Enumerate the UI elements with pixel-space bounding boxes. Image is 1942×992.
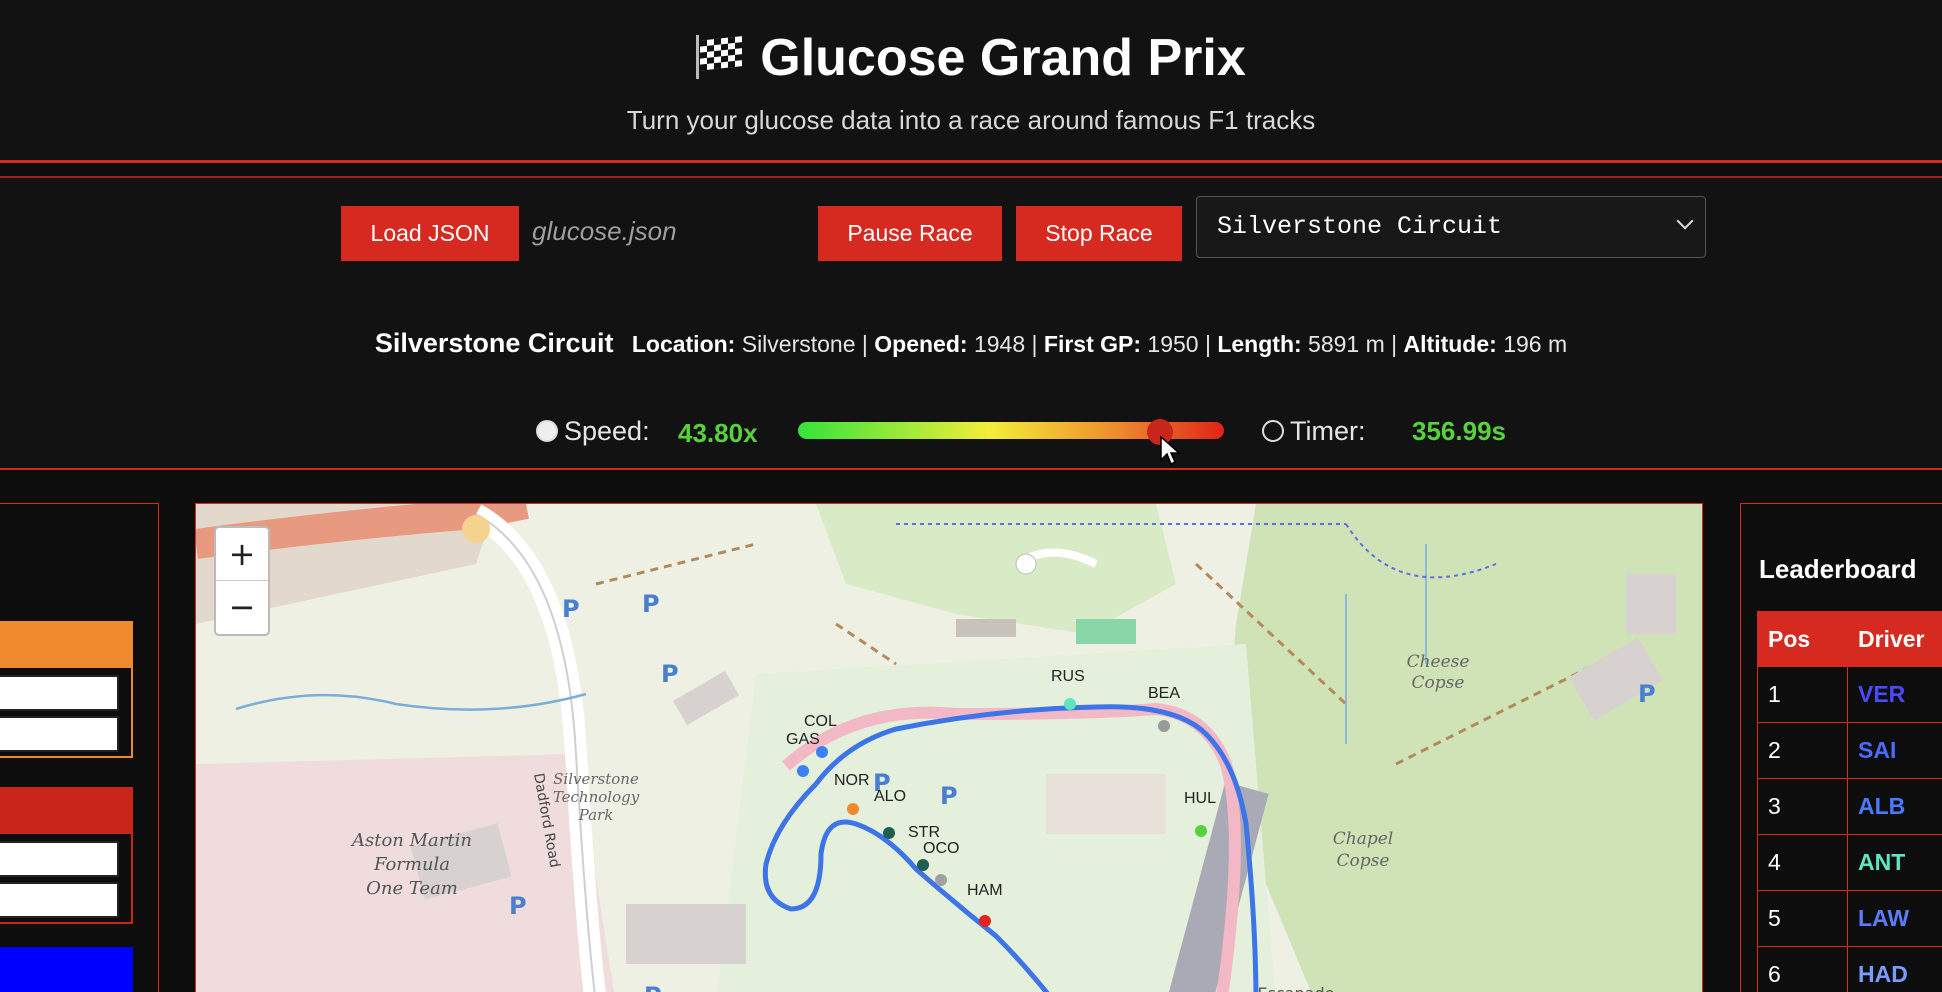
driver-marker-alo[interactable]: ALO: [874, 788, 906, 839]
position-cell: 1: [1757, 666, 1848, 723]
first-gp-value: 1950: [1147, 331, 1199, 357]
timer-value: 356.99s: [1412, 416, 1506, 446]
position-cell: 3: [1757, 778, 1848, 835]
driver-cell: LAW: [1847, 890, 1942, 947]
driver-marker-ham[interactable]: HAM: [967, 882, 1003, 927]
driver-card-red: [0, 787, 133, 924]
driver-cell: SAI: [1847, 722, 1942, 779]
timer-icon: [1262, 420, 1284, 442]
page-title: Glucose Grand Prix: [0, 28, 1942, 88]
chevron-down-icon: [1676, 212, 1694, 230]
speed-value: 43.80x: [678, 418, 758, 448]
svg-text:OCO: OCO: [923, 840, 959, 857]
location-value: Silverstone: [741, 331, 856, 357]
driver-card-header: [0, 623, 131, 668]
svg-text:HUL: HUL: [1184, 790, 1216, 807]
table-row: 1 VER: [1757, 666, 1942, 723]
position-cell: 2: [1757, 722, 1848, 779]
column-header-pos: Pos: [1757, 611, 1848, 667]
position-cell: 4: [1757, 834, 1848, 891]
mouse-cursor-icon: [1160, 436, 1181, 466]
altitude-value: 196 m: [1503, 331, 1568, 357]
zoom-control: + −: [214, 526, 270, 636]
leaderboard-table: Pos Driver 1 VER 2 SAI 3 ALB 4 ANT 5 LAW…: [1757, 611, 1942, 992]
leaderboard: Leaderboard Pos Driver 1 VER 2 SAI 3 ALB…: [1740, 503, 1942, 992]
zoom-in-button[interactable]: +: [216, 528, 268, 580]
driver-cell: ANT: [1847, 834, 1942, 891]
opened-value: 1948: [973, 331, 1026, 357]
driver-input[interactable]: [0, 675, 119, 711]
svg-text:STR: STR: [908, 824, 940, 841]
track-info: Silverstone Circuit Location: Silverston…: [374, 328, 1568, 358]
track-map[interactable]: Dadford Road Silverstone Technology Park…: [195, 503, 1703, 992]
driver-cell: HAD: [1847, 946, 1942, 992]
svg-text:HAM: HAM: [967, 882, 1003, 899]
timer-label-text: Timer:: [1290, 416, 1366, 446]
opened-label: Opened:: [874, 331, 968, 357]
driver-cell: ALB: [1847, 778, 1942, 835]
driver-markers: RUS BEA COL GAS NOR ALO STR OCO HAM HUL: [786, 668, 1216, 927]
svg-text:BEA: BEA: [1148, 685, 1180, 702]
speed-label-text: Speed:: [564, 416, 650, 446]
driver-marker-gas[interactable]: GAS: [786, 731, 820, 777]
position-cell: 5: [1757, 890, 1848, 947]
driver-card-blue: [0, 947, 133, 992]
svg-text:COL: COL: [804, 713, 837, 730]
zoom-out-button[interactable]: −: [216, 580, 268, 632]
app-header: Glucose Grand Prix Turn your glucose dat…: [0, 0, 1942, 163]
table-row: 6 HAD: [1757, 946, 1942, 992]
speed-label: Speed:: [536, 416, 650, 447]
checkered-flag-icon: [696, 35, 743, 79]
driver-card-orange: [0, 621, 133, 758]
track-name: Silverstone Circuit: [374, 328, 614, 358]
loaded-filename: glucose.json: [532, 216, 677, 246]
svg-text:ALO: ALO: [874, 788, 906, 805]
table-row: 4 ANT: [1757, 834, 1942, 891]
driver-input[interactable]: [0, 716, 119, 752]
altitude-label: Altitude:: [1403, 331, 1497, 357]
title-text: Glucose Grand Prix: [760, 29, 1246, 87]
location-label: Location:: [631, 331, 736, 357]
first-gp-label: First GP:: [1043, 331, 1142, 357]
driver-marker-nor[interactable]: NOR: [834, 772, 870, 815]
track-select-value: Silverstone Circuit: [1217, 212, 1503, 241]
svg-text:GAS: GAS: [786, 731, 820, 748]
table-row: 3 ALB: [1757, 778, 1942, 835]
table-row: 5 LAW: [1757, 890, 1942, 947]
driver-marker-bea[interactable]: BEA: [1148, 685, 1180, 732]
driver-panel: [0, 503, 159, 992]
table-row: 2 SAI: [1757, 722, 1942, 779]
column-header-driver: Driver: [1847, 611, 1942, 667]
driver-card-header: [0, 789, 131, 834]
track-select[interactable]: Silverstone Circuit: [1196, 196, 1706, 258]
driver-input[interactable]: [0, 882, 119, 918]
driver-cell: VER: [1847, 666, 1942, 723]
svg-text:RUS: RUS: [1051, 668, 1085, 685]
driver-marker-rus[interactable]: RUS: [1051, 668, 1085, 710]
position-cell: 6: [1757, 946, 1848, 992]
pause-race-button[interactable]: Pause Race: [818, 206, 1002, 261]
load-json-button[interactable]: Load JSON: [341, 206, 519, 261]
stop-race-button[interactable]: Stop Race: [1016, 206, 1182, 261]
svg-text:NOR: NOR: [834, 772, 870, 789]
stopwatch-icon: [536, 420, 558, 442]
length-value: 5891 m: [1308, 331, 1385, 357]
page-subtitle: Turn your glucose data into a race aroun…: [626, 105, 1316, 135]
length-label: Length:: [1217, 331, 1302, 357]
timer-label: Timer:: [1262, 416, 1366, 447]
leaderboard-title: Leaderboard: [1759, 554, 1917, 584]
driver-input[interactable]: [0, 841, 119, 877]
driver-marker-hul[interactable]: HUL: [1184, 790, 1216, 837]
